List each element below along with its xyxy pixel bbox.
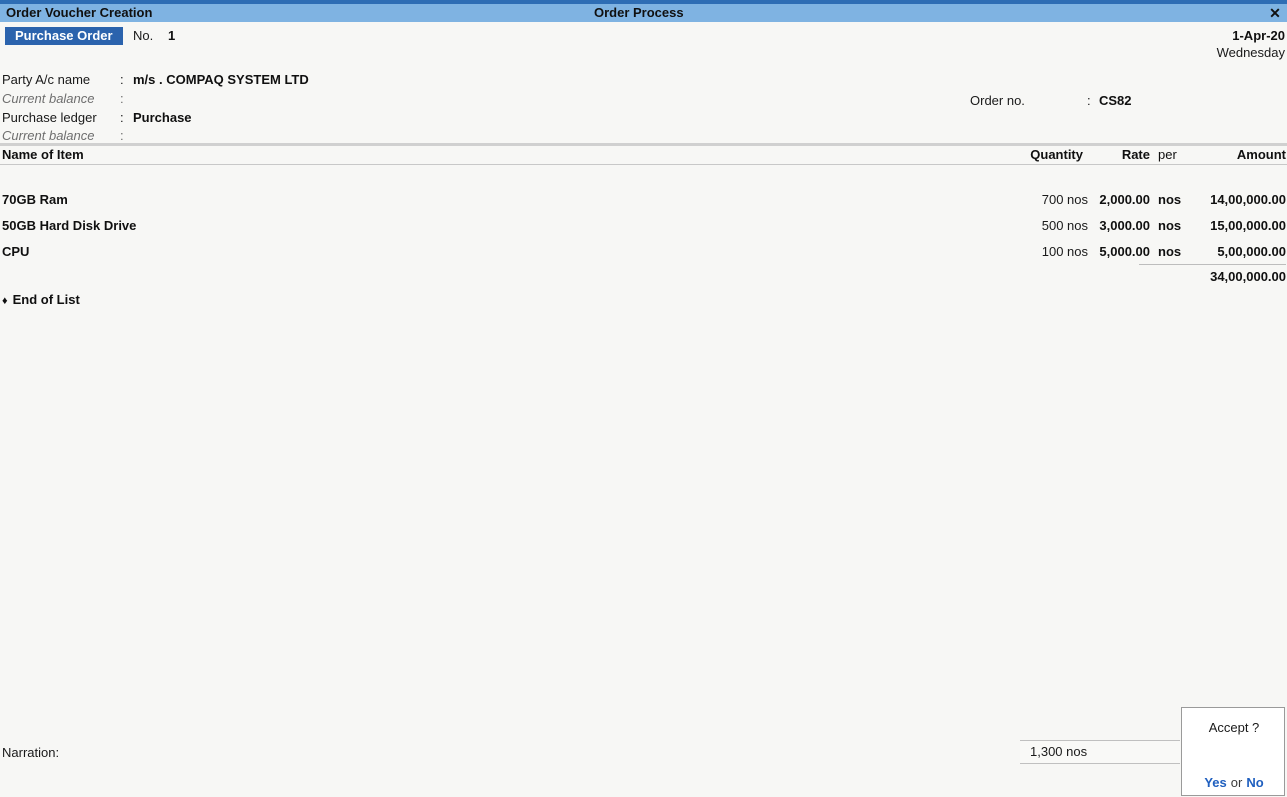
accept-dialog: Accept ? Yes or No xyxy=(1181,707,1285,796)
cell-item-name: CPU xyxy=(2,244,30,259)
voucher-weekday: Wednesday xyxy=(1216,45,1285,60)
accept-dialog-title: Accept ? xyxy=(1208,720,1260,735)
cell-quantity: 500 nos xyxy=(1041,218,1088,233)
purchase-ledger-colon: : xyxy=(120,110,124,125)
quantity-total-box: 1,300 nos xyxy=(1020,740,1180,764)
column-header-amount: Amount xyxy=(1236,147,1286,162)
table-row[interactable]: CPU 100 nos 5,000.00 nos 5,00,000.00 xyxy=(0,239,1287,265)
end-of-list: ♦ End of List xyxy=(2,290,80,310)
table-row[interactable]: 70GB Ram 700 nos 2,000.00 nos 14,00,000.… xyxy=(0,187,1287,213)
party-current-balance-row: Current balance : xyxy=(0,89,700,108)
voucher-number-label: No. xyxy=(133,28,154,43)
order-no-value[interactable]: CS82 xyxy=(1099,91,1132,110)
end-of-list-label: End of List xyxy=(12,292,80,307)
table-body: 70GB Ram 700 nos 2,000.00 nos 14,00,000.… xyxy=(0,187,1287,265)
window-title: Order Voucher Creation xyxy=(6,5,153,20)
accept-no-button[interactable]: No xyxy=(1246,775,1263,790)
order-no-colon: : xyxy=(1087,93,1091,108)
diamond-bullet-icon: ♦ xyxy=(2,295,8,307)
column-header-quantity: Quantity xyxy=(1030,147,1083,162)
voucher-date[interactable]: 1-Apr-20 xyxy=(1217,27,1285,44)
cell-item-name: 70GB Ram xyxy=(2,192,68,207)
window-center-title: Order Process xyxy=(594,5,684,20)
voucher-type-badge[interactable]: Purchase Order xyxy=(5,27,123,45)
voucher-date-block: 1-Apr-20 Wednesday xyxy=(1217,27,1285,61)
title-bar: Order Voucher Creation Order Process ✕ xyxy=(0,4,1287,22)
table-header-row: Name of Item Quantity Rate per Amount xyxy=(0,146,1287,164)
cell-item-name: 50GB Hard Disk Drive xyxy=(2,218,137,233)
party-account-colon: : xyxy=(120,72,124,87)
total-amount: 34,00,000.00 xyxy=(1210,269,1286,284)
accept-or-label: or xyxy=(1230,775,1243,790)
cell-amount: 15,00,000.00 xyxy=(1210,218,1286,233)
accept-yes-button[interactable]: Yes xyxy=(1204,775,1226,790)
quantity-total-value: 1,300 nos xyxy=(1030,744,1088,759)
party-current-balance-label: Current balance xyxy=(2,91,95,106)
column-header-item: Name of Item xyxy=(2,147,84,162)
purchase-ledger-label: Purchase ledger xyxy=(2,110,97,125)
narration-label: Narration: xyxy=(2,745,60,760)
cell-quantity: 700 nos xyxy=(1041,192,1088,207)
party-account-label: Party A/c name xyxy=(2,72,91,87)
cell-quantity: 100 nos xyxy=(1041,244,1088,259)
party-account-value[interactable]: m/s . COMPAQ SYSTEM LTD xyxy=(133,70,309,89)
voucher-number-value[interactable]: 1 xyxy=(168,27,175,45)
cell-amount: 14,00,000.00 xyxy=(1210,192,1286,207)
accept-dialog-actions: Yes or No xyxy=(1182,775,1286,790)
table-row[interactable]: 50GB Hard Disk Drive 500 nos 3,000.00 no… xyxy=(0,213,1287,239)
party-current-balance-colon: : xyxy=(120,91,124,106)
order-no-label: Order no. xyxy=(970,93,1025,108)
close-icon[interactable]: ✕ xyxy=(1267,4,1283,22)
table-header-divider xyxy=(0,164,1287,165)
cell-amount: 5,00,000.00 xyxy=(1217,244,1286,259)
party-account-row: Party A/c name : m/s . COMPAQ SYSTEM LTD xyxy=(0,70,700,89)
purchase-ledger-row: Purchase ledger : Purchase xyxy=(0,108,700,127)
purchase-ledger-value[interactable]: Purchase xyxy=(133,108,192,127)
